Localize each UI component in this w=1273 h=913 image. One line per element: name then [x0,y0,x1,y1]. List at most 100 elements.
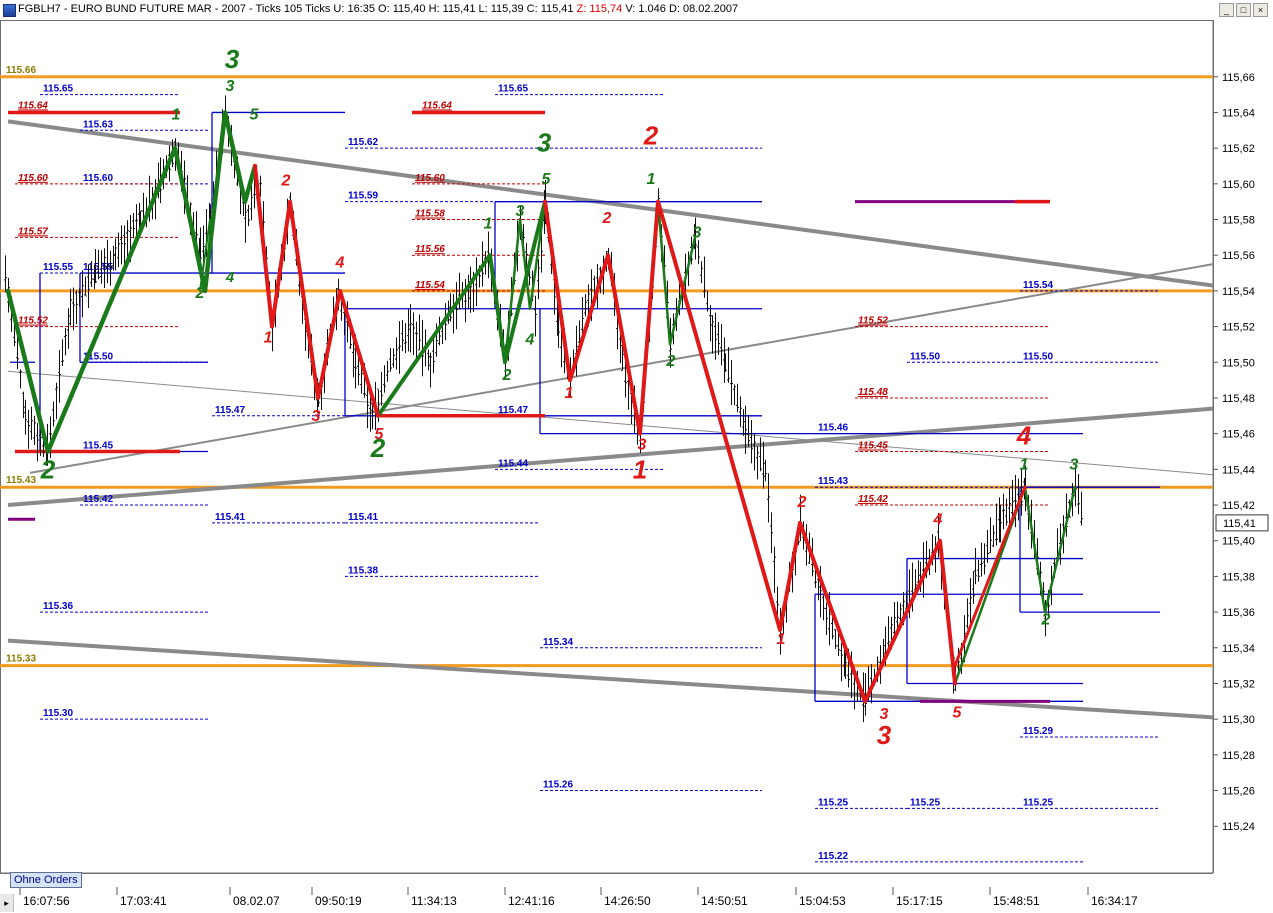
wave-label: 3 [226,78,235,95]
wave-label: 2 [666,353,676,370]
x-tick-label: 12:41:16 [508,894,555,908]
wave-label: 1 [633,454,647,484]
wave-label: 3 [1070,456,1079,473]
y-tick-label: 115,26 [1222,786,1255,798]
x-tick-label: 08.02.07 [233,894,280,908]
blue-target-label: 115.46 [818,423,848,434]
y-tick-label: 115,46 [1222,429,1255,441]
blue-target-label: 115.38 [348,565,378,576]
blue-target-label: 115.44 [498,458,528,469]
red-level-label: 115.64 [422,100,452,111]
blue-target-label: 115.43 [818,476,848,487]
y-tick-label: 115,54 [1222,286,1255,298]
wave-label: 2 [602,210,612,227]
red-target-label: 115.60 [18,173,48,184]
x-tick-label: 16:34:17 [1091,894,1138,908]
scroll-left-arrow[interactable]: ▸ [0,894,14,912]
wave-label: 3 [537,128,552,158]
y-tick-label: 115,42 [1222,500,1255,512]
blue-target-label: 115.25 [818,797,848,808]
blue-target-label: 115.65 [43,84,73,95]
wave-label: 2 [281,173,291,190]
red-target-label: 115.54 [415,280,445,291]
blue-target-label: 115.41 [348,512,378,523]
app-icon[interactable] [3,4,16,17]
red-target-label: 115.57 [18,226,48,237]
wave-label: 3 [225,44,240,74]
wave-label: 2 [797,494,807,511]
blue-target-label: 115.62 [348,137,378,148]
ohne-orders-button[interactable]: Ohne Orders [10,872,82,888]
wave-label: 3 [877,720,892,750]
wave-label: 2 [40,454,56,484]
blue-target-label: 115.25 [910,797,940,808]
wave-label: 2 [502,367,512,384]
title-tail: V: 1.046 D: 08.02.2007 [625,3,739,15]
wave-label: 3 [638,437,647,454]
y-tick-label: 115,50 [1222,357,1255,369]
blue-target-label: 115.54 [1023,280,1053,291]
window-title: FGBLH7 - EURO BUND FUTURE MAR - 2007 - T… [18,3,738,15]
blue-target-label: 115.50 [1023,351,1053,362]
red-target-label: 115.58 [415,209,445,220]
x-tick-label: 11:34:13 [411,894,457,908]
x-tick-label: 09:50:19 [315,894,362,908]
wave-label: 3 [516,203,525,220]
red-target-label: 115.42 [858,494,888,505]
y-tick-label: 115,52 [1222,322,1255,334]
y-tick-label: 115,60 [1222,179,1255,191]
blue-target-label: 115.50 [910,351,940,362]
red-target-label: 115.52 [18,316,48,327]
x-tick-label: 15:48:51 [993,894,1040,908]
blue-target-label: 115.59 [348,191,378,202]
x-tick-label: 17:03:41 [120,894,167,908]
y-tick-label: 115,48 [1222,393,1255,405]
wave-label: 1 [484,215,493,232]
blue-target-label: 115.29 [1023,726,1053,737]
y-tick-label: 115,66 [1222,72,1255,84]
orange-level-label: 115.43 [6,475,36,486]
wave-label: 4 [1016,420,1032,450]
wave-label: 4 [933,512,943,529]
minimize-button[interactable]: _ [1219,3,1234,17]
wave-label: 4 [225,269,235,286]
x-tick-label: 14:26:50 [604,894,651,908]
blue-target-label: 115.41 [215,512,245,523]
orange-level-label: 115.66 [6,65,36,76]
title-main: FGBLH7 - EURO BUND FUTURE MAR - 2007 - T… [18,3,574,15]
y-tick-label: 115,30 [1222,714,1255,726]
blue-target-label: 115.55 [43,262,73,273]
blue-target-label: 115.26 [543,780,573,791]
y-tick-label: 115,38 [1222,571,1255,583]
wave-label: 1 [777,631,786,648]
red-target-label: 115.56 [415,244,445,255]
maximize-button[interactable]: □ [1236,3,1251,17]
blue-target-label: 115.63 [83,119,113,130]
y-tick-label: 115,24 [1222,821,1255,833]
wave-label: 4 [525,331,535,348]
y-tick-label: 115,40 [1222,536,1255,548]
wave-label: 2 [195,285,205,302]
wave-label: 5 [953,704,963,721]
blue-target-label: 115.60 [83,173,113,184]
y-tick-label: 115,28 [1222,750,1255,762]
y-tick-label: 115,32 [1222,678,1255,690]
y-tick-label: 115,64 [1222,107,1255,119]
wave-label: 2 [1041,612,1051,629]
y-tick-label: 115,56 [1222,250,1255,262]
y-tick-label: 115,62 [1222,143,1255,155]
blue-target-label: 115.34 [543,637,573,648]
price-chart[interactable]: 115.66 115.43 115.33 115.65 115.63 115.60 115.… [0,20,1273,913]
close-button[interactable]: × [1253,3,1268,17]
wave-label: 5 [375,426,385,443]
red-target-label: 115.48 [858,387,888,398]
wave-label: 1 [647,171,656,188]
y-tick-label: 115,34 [1222,643,1255,655]
red-target-label: 115.45 [858,441,888,452]
wave-label: 1 [565,385,574,402]
wave-label: 5 [542,171,552,188]
wave-label: 5 [250,107,260,124]
wave-label: 4 [335,255,345,272]
blue-target-label: 115.22 [818,851,848,862]
last-price-label: 115,41 [1223,518,1256,530]
